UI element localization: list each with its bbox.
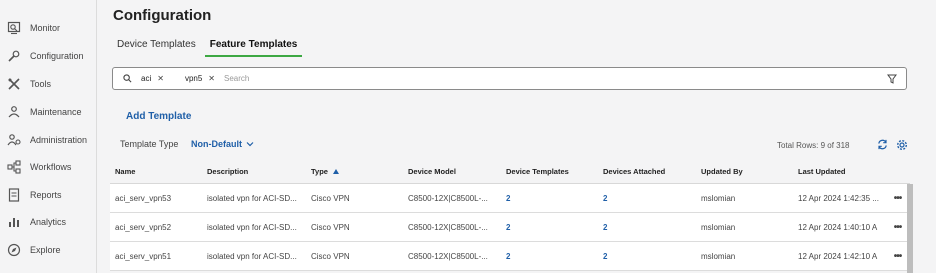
cell-updated-by: mslomian (701, 251, 736, 261)
template-type-dropdown[interactable]: Non-Default (191, 139, 254, 149)
template-type-value: Non-Default (191, 139, 242, 149)
cell-last-updated: 12 Apr 2024 1:42:35 ... (798, 193, 879, 203)
cell-device-model: C8500-12X|C8500L-... (408, 193, 488, 203)
filter-icon[interactable] (887, 74, 897, 84)
cell-updated-by: mslomian (701, 193, 736, 203)
filter-chip-label: aci (141, 74, 152, 83)
reports-icon (6, 188, 21, 203)
column-header-updated-by[interactable]: Updated By (701, 167, 798, 176)
cell-last-updated: 12 Apr 2024 1:42:10 A (798, 251, 878, 261)
table-scrollbar[interactable] (907, 184, 913, 273)
search-input[interactable] (224, 74, 724, 83)
cell-name: aci_serv_vpn53 (115, 193, 172, 203)
analytics-icon (6, 215, 21, 230)
add-template-button[interactable]: Add Template (126, 111, 191, 122)
column-header-type[interactable]: Type (311, 167, 408, 176)
tab-device-templates[interactable]: Device Templates (112, 39, 201, 57)
cell-device-model: C8500-12X|C8500L-... (408, 222, 488, 232)
cell-device-templates-link[interactable]: 2 (506, 223, 603, 232)
table-header: Name Description Type Device Model Devic… (110, 160, 910, 184)
tab-feature-templates[interactable]: Feature Templates (204, 39, 303, 57)
column-header-name[interactable]: Name (110, 167, 207, 176)
sidebar-item-configuration[interactable]: Configuration (6, 46, 84, 66)
gear-icon[interactable] (896, 139, 908, 151)
filter-chip: vpn5 ✕ (185, 74, 215, 83)
feature-templates-table: Name Description Type Device Model Devic… (110, 160, 910, 271)
sort-ascending-icon (332, 169, 339, 174)
filter-chip: aci ✕ (141, 74, 164, 83)
table-row[interactable]: aci_serv_vpn51 isolated vpn for ACI-SD..… (110, 242, 910, 271)
sidebar-item-workflows[interactable]: Workflows (6, 157, 71, 177)
cell-devices-attached-link[interactable]: 2 (603, 252, 701, 261)
cell-type: Cisco VPN (311, 222, 350, 232)
cell-description: isolated vpn for ACI-SD... (207, 193, 297, 203)
column-header-device-templates[interactable]: Device Templates (506, 167, 603, 176)
monitor-icon (6, 21, 21, 36)
main-content: Configuration Device Templates Feature T… (98, 0, 936, 273)
total-rows: Total Rows: 9 of 318 (777, 141, 850, 150)
cell-devices-attached-link[interactable]: 2 (603, 223, 701, 232)
wrench-icon (6, 49, 21, 64)
sidebar-item-label: Administration (30, 135, 88, 145)
cell-devices-attached-link[interactable]: 2 (603, 194, 701, 203)
column-header-label: Type (311, 167, 328, 176)
column-header-device-model[interactable]: Device Model (408, 167, 506, 176)
cell-description: isolated vpn for ACI-SD... (207, 222, 297, 232)
cell-updated-by: mslomian (701, 222, 736, 232)
sidebar-item-analytics[interactable]: Analytics (6, 212, 66, 232)
sidebar-item-label: Reports (30, 190, 62, 200)
close-icon[interactable]: ✕ (157, 74, 164, 83)
sidebar-item-explore[interactable]: Explore (6, 240, 61, 260)
sidebar-item-label: Tools (30, 79, 52, 89)
sidebar: Monitor Configuration Tools Maintenance … (0, 0, 97, 273)
sidebar-item-label: Analytics (30, 217, 67, 227)
cell-last-updated: 12 Apr 2024 1:40:10 A (798, 222, 878, 232)
search-icon (123, 74, 132, 83)
close-icon[interactable]: ✕ (208, 74, 215, 83)
sidebar-item-label: Monitor (30, 23, 61, 33)
sidebar-item-maintenance[interactable]: Maintenance (6, 102, 82, 122)
explore-icon (6, 243, 21, 258)
sidebar-item-reports[interactable]: Reports (6, 185, 62, 205)
sidebar-item-label: Maintenance (30, 107, 82, 117)
sidebar-item-label: Explore (30, 245, 61, 255)
tab-bar: Device Templates Feature Templates (112, 39, 306, 57)
sidebar-item-label: Workflows (30, 162, 72, 172)
table-row[interactable]: aci_serv_vpn53 isolated vpn for ACI-SD..… (110, 184, 910, 213)
column-header-description[interactable]: Description (207, 167, 311, 176)
refresh-icon[interactable] (877, 139, 888, 150)
sidebar-item-administration[interactable]: Administration (6, 130, 87, 150)
cell-type: Cisco VPN (311, 193, 350, 203)
cell-description: isolated vpn for ACI-SD... (207, 251, 297, 261)
template-type-label: Template Type (120, 139, 179, 149)
sidebar-item-tools[interactable]: Tools (6, 74, 51, 94)
cell-device-templates-link[interactable]: 2 (506, 252, 603, 261)
tools-icon (6, 77, 21, 92)
sidebar-item-monitor[interactable]: Monitor (6, 18, 60, 38)
cell-device-templates-link[interactable]: 2 (506, 194, 603, 203)
sidebar-item-label: Configuration (30, 51, 84, 61)
page-title: Configuration (113, 7, 212, 24)
cell-name: aci_serv_vpn51 (115, 251, 172, 261)
workflows-icon (6, 160, 21, 175)
chevron-down-icon (246, 142, 254, 147)
maintenance-icon (6, 105, 21, 120)
cell-name: aci_serv_vpn52 (115, 222, 172, 232)
admin-icon (6, 133, 21, 148)
column-header-devices-attached[interactable]: Devices Attached (603, 167, 701, 176)
search-bar[interactable]: aci ✕ vpn5 ✕ (112, 67, 907, 90)
cell-device-model: C8500-12X|C8500L-... (408, 251, 488, 261)
column-header-last-updated[interactable]: Last Updated (798, 167, 885, 176)
table-row[interactable]: aci_serv_vpn52 isolated vpn for ACI-SD..… (110, 213, 910, 242)
cell-type: Cisco VPN (311, 251, 350, 261)
filter-chip-label: vpn5 (184, 74, 203, 83)
